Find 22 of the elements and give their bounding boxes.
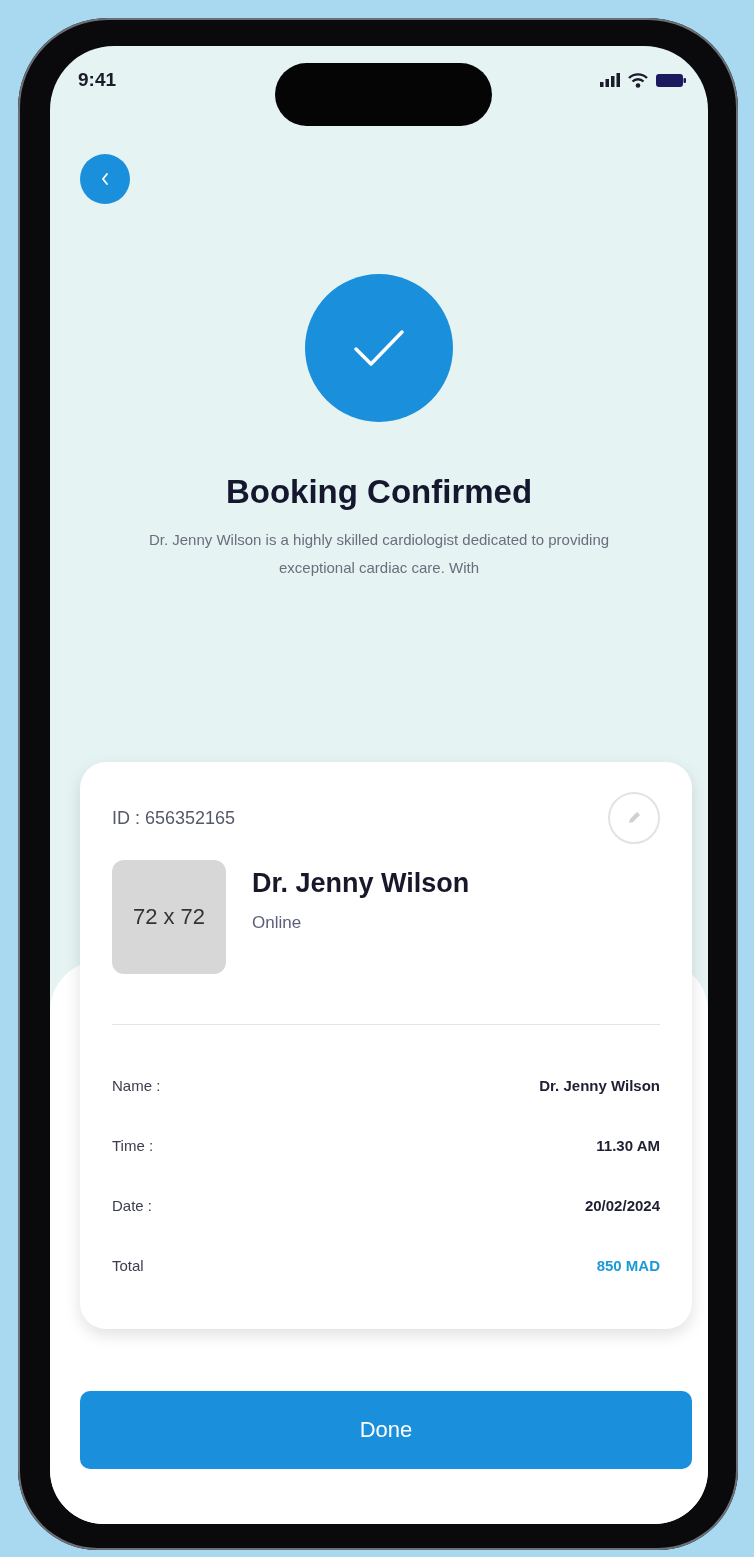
confirmation-title: Booking Confirmed (224, 472, 534, 512)
chevron-left-icon (100, 171, 110, 187)
consultation-mode: Online (252, 913, 303, 933)
checkmark-icon (353, 329, 405, 367)
booking-id: ID : 656352165 (112, 807, 236, 829)
detail-label: Date : (112, 1196, 153, 1214)
back-button[interactable] (80, 154, 130, 204)
detail-value: 850 MAD (596, 1256, 660, 1274)
wifi-icon (628, 72, 648, 88)
signal-icon (600, 73, 620, 87)
image-size-label: 72 x 72 (132, 904, 206, 930)
detail-value: 11.30 AM (596, 1136, 660, 1154)
detail-value: Dr. Jenny Wilson (539, 1076, 660, 1094)
battery-icon (656, 73, 686, 87)
done-button[interactable]: Done (80, 1391, 692, 1469)
doctor-description: Dr. Jenny Wilson is a highly skilled cardiologist dedicated to providing exceptional cardiac care. With (147, 530, 611, 578)
detail-value: 20/02/2024 (584, 1196, 660, 1214)
detail-label: Time : (112, 1136, 154, 1154)
status-time: 9:41 (78, 69, 117, 91)
detail-label: Total (112, 1256, 144, 1274)
detail-label: Name : (112, 1076, 161, 1094)
doctor-name: Dr. Jenny Wilson (252, 868, 470, 899)
